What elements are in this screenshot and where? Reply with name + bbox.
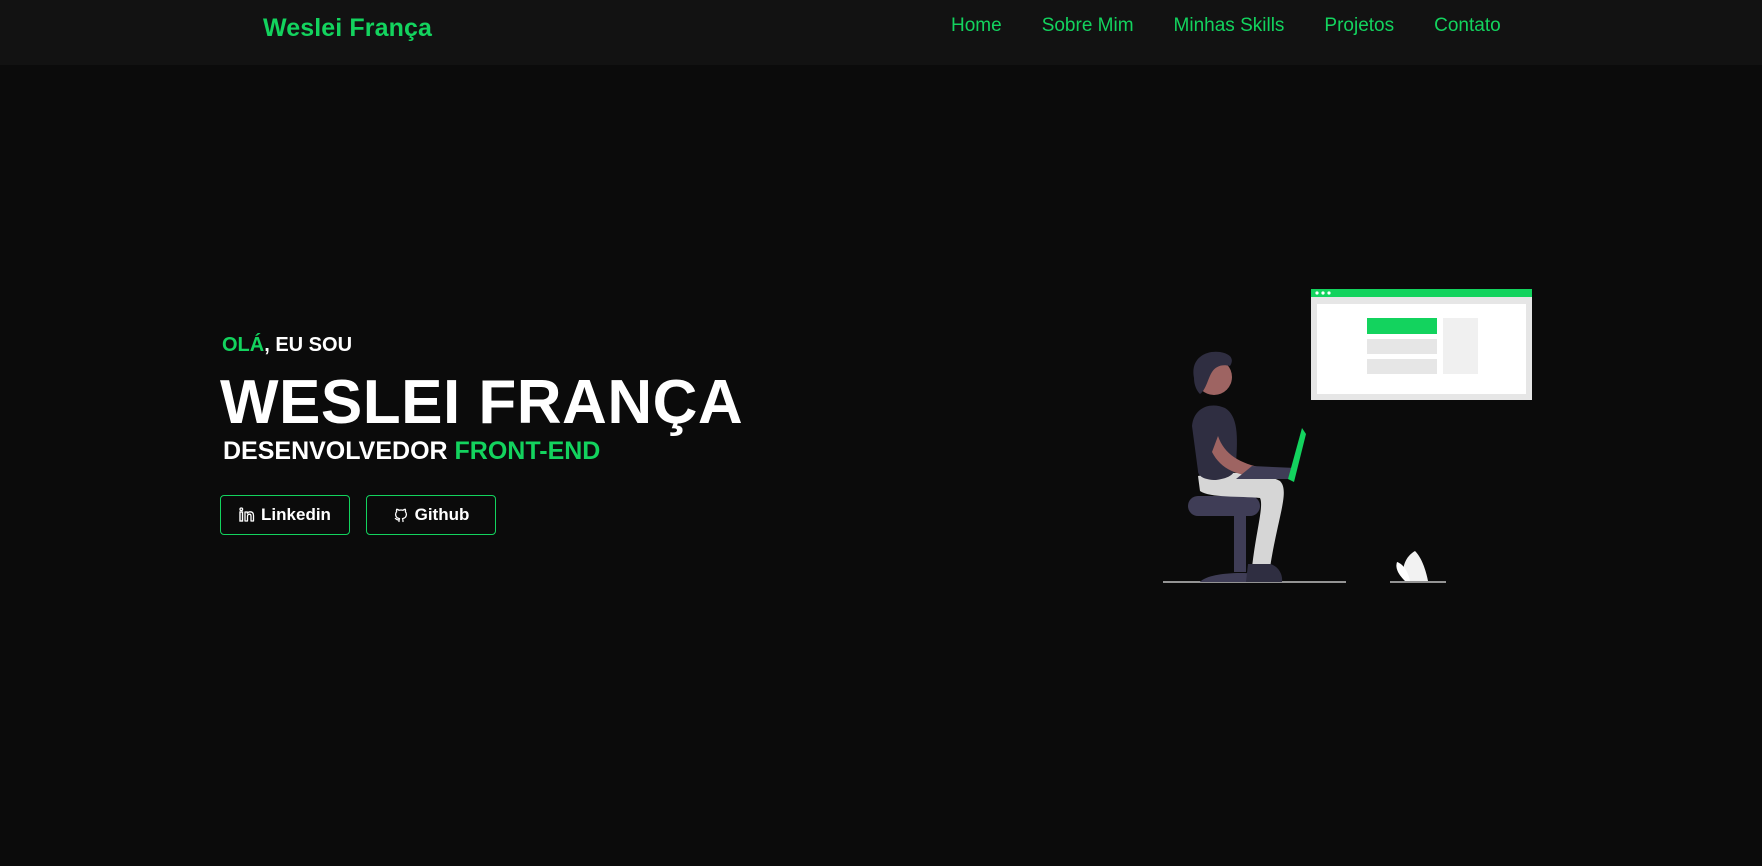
hero-role: DESENVOLVEDOR FRONT-END: [223, 437, 600, 466]
browser-window-graphic: [1311, 289, 1532, 400]
github-icon: [393, 507, 409, 523]
github-button[interactable]: Github: [366, 495, 496, 535]
greeting-accent: OLÁ: [222, 334, 265, 356]
nav-link-contato[interactable]: Contato: [1434, 14, 1501, 38]
nav-links: Home Sobre Mim Minhas Skills Projetos Co…: [951, 14, 1501, 38]
brand-logo[interactable]: Weslei França: [263, 14, 432, 43]
social-buttons: Linkedin Github: [220, 495, 496, 535]
linkedin-icon: [239, 507, 255, 523]
github-label: Github: [414, 505, 470, 524]
page: Weslei França Home Sobre Mim Minhas Skil…: [0, 0, 1762, 866]
role-prefix: DESENVOLVEDOR: [223, 437, 448, 465]
developer-illustration: [1160, 286, 1540, 586]
person-graphic: [1192, 351, 1306, 582]
linkedin-button[interactable]: Linkedin: [220, 495, 350, 535]
hero-name: WESLEI FRANÇA: [220, 368, 744, 437]
linkedin-label: Linkedin: [261, 505, 331, 524]
nav-link-home[interactable]: Home: [951, 14, 1002, 38]
nav-link-projetos[interactable]: Projetos: [1324, 14, 1394, 38]
developer-illustration-svg: [1163, 289, 1532, 583]
role-accent: FRONT-END: [454, 437, 601, 465]
hero-greeting: OLÁ, EU SOU: [222, 334, 352, 357]
nav-link-sobre-mim[interactable]: Sobre Mim: [1042, 14, 1134, 38]
navbar: Weslei França Home Sobre Mim Minhas Skil…: [0, 0, 1762, 65]
nav-link-minhas-skills[interactable]: Minhas Skills: [1174, 14, 1285, 38]
greeting-rest: , EU SOU: [264, 334, 353, 356]
plant-graphic: [1396, 551, 1428, 581]
